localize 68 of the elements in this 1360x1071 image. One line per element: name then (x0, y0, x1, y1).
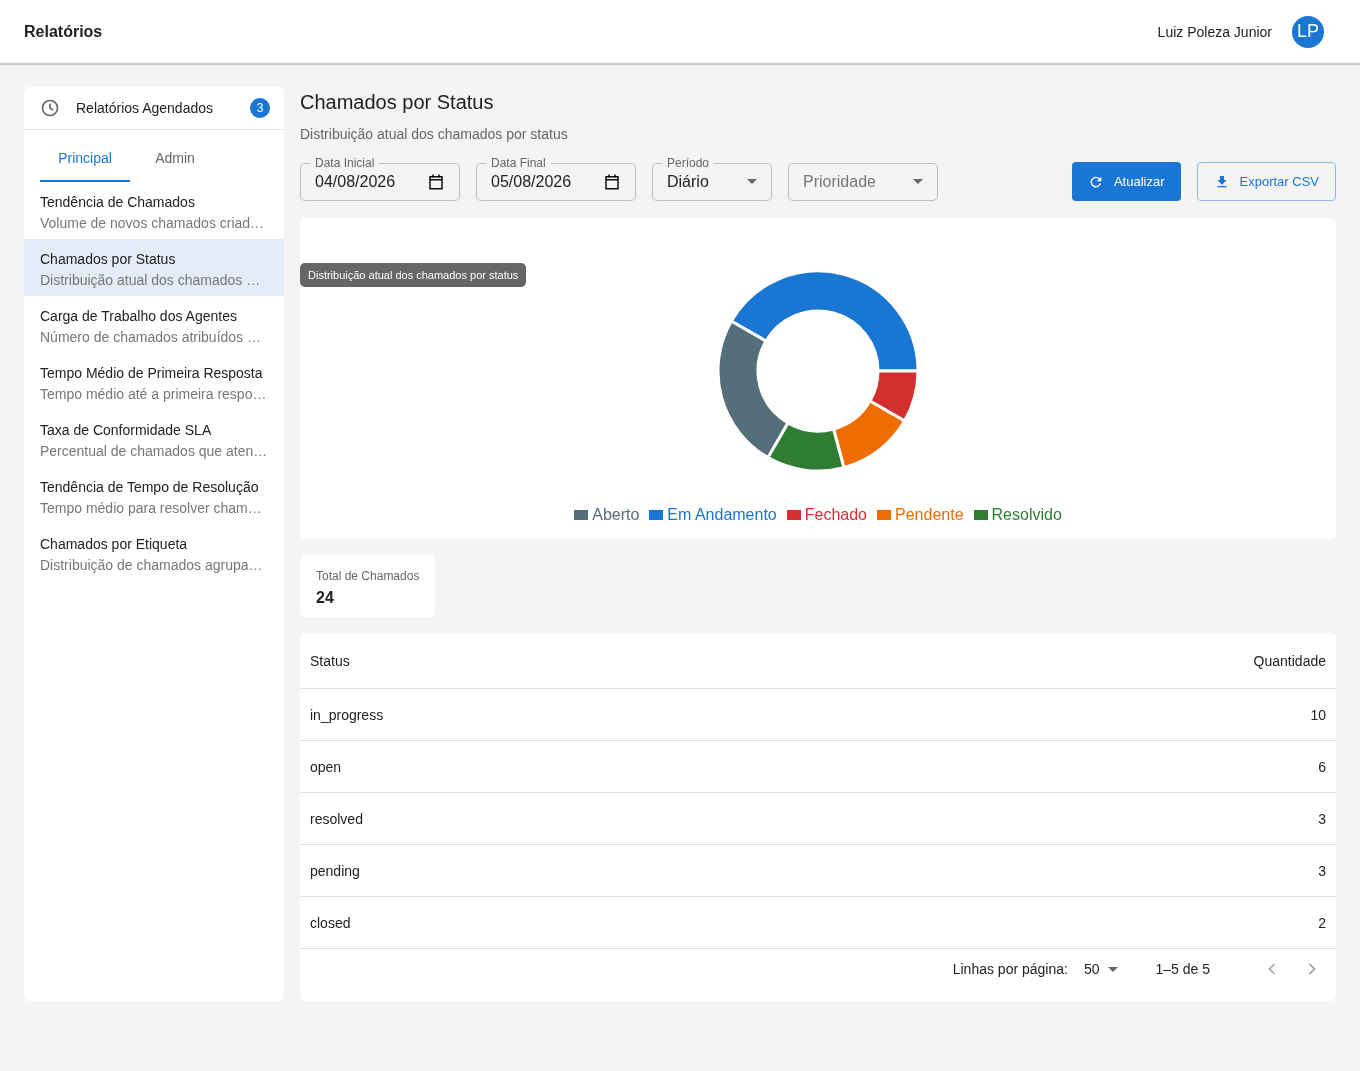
report-list-item[interactable]: Carga de Trabalho dos Agentes Número de chamados atribuídos … (24, 296, 284, 353)
report-list-item[interactable]: Taxa de Conformidade SLA Percentual de chamados que aten… (24, 410, 284, 467)
report-title: Chamados por Etiqueta (40, 536, 189, 552)
column-header: Quantidade (1253, 652, 1326, 669)
clock-icon (40, 98, 60, 118)
user-avatar[interactable]: LP (1292, 15, 1324, 48)
dropdown-arrow-icon (913, 179, 923, 184)
calendar-icon (603, 172, 621, 191)
report-title: Tendência de Chamados (40, 194, 196, 210)
rows-per-page-label: Linhas por página: (952, 961, 1068, 977)
table-cell: closed (310, 914, 351, 931)
report-subtitle: Distribuição atual dos chamados por status (300, 126, 569, 142)
dropdown-arrow-icon (747, 179, 757, 184)
legend-swatch (973, 510, 988, 520)
legend-swatch (877, 510, 891, 520)
calendar-icon (427, 172, 445, 191)
rows-per-page-select[interactable]: 50 (1083, 961, 1118, 977)
legend-label[interactable]: Aberto (592, 506, 640, 524)
legend-label[interactable]: Resolvido (991, 506, 1062, 524)
report-list-item[interactable]: Tendência de Chamados Volume de novos chamados criad… (24, 182, 284, 239)
report-list-item[interactable]: Chamados por Status Distribuição atual dos chamados … (24, 239, 284, 296)
report-title: Carga de Trabalho dos Agentes (40, 308, 238, 324)
total-label: Total de Chamados (316, 569, 420, 583)
dropdown-arrow-icon (1107, 966, 1118, 972)
table-cell: 2 (1318, 914, 1326, 931)
legend-swatch (786, 510, 801, 520)
table-cell: pending (310, 862, 360, 879)
report-description: Tempo médio para resolver cham… (40, 500, 263, 516)
report-description: Distribuição de chamados agrupa… (40, 557, 264, 573)
report-title: Tempo Médio de Primeira Resposta (40, 365, 264, 381)
report-description: Número de chamados atribuídos … (40, 329, 262, 345)
table-cell: 3 (1318, 810, 1326, 827)
sidebar-tab[interactable]: Principal (40, 136, 130, 182)
count-badge: 3 (250, 98, 270, 118)
table-cell: 3 (1318, 862, 1326, 879)
report-list-item[interactable]: Tendência de Tempo de Resolução Tempo médio para resolver cham… (24, 467, 284, 524)
donut-slice[interactable] (729, 271, 918, 373)
report-description: Percentual de chamados que aten… (40, 443, 268, 459)
table-cell: in_progress (310, 706, 384, 723)
report-title: Tendência de Tempo de Resolução (40, 479, 260, 495)
table-cell: 10 (1310, 706, 1326, 723)
report-title: Taxa de Conformidade SLA (40, 422, 213, 438)
legend-swatch (649, 510, 664, 520)
refresh-button[interactable]: Atualizar (1071, 162, 1181, 201)
table-cell: open (310, 758, 342, 775)
export-csv-button[interactable]: Exportar CSV (1196, 162, 1336, 201)
report-description: Tempo médio até a primeira respo… (40, 386, 268, 402)
legend-swatch (574, 510, 589, 520)
report-description: Distribuição atual dos chamados … (40, 272, 262, 288)
sidebar-tab[interactable]: Admin (130, 136, 220, 182)
report-list-item[interactable]: Tempo Médio de Primeira Resposta Tempo médio até a primeira respo… (24, 353, 284, 410)
page-title: Relatórios (24, 22, 103, 41)
page-range: 1–5 de 5 (1155, 961, 1210, 977)
report-list-item[interactable]: Chamados por Etiqueta Distribuição de chamados agrupa… (24, 524, 284, 581)
report-title: Chamados por Status (300, 91, 495, 114)
report-title: Chamados por Status (40, 251, 177, 267)
table-cell: 6 (1318, 758, 1326, 775)
legend-label[interactable]: Em Andamento (667, 506, 777, 524)
select-field[interactable]: Prioridade (788, 162, 938, 201)
table-cell: resolved (310, 810, 363, 827)
scheduled-reports-item[interactable]: Relatórios Agendados 3 (24, 87, 284, 130)
tooltip: Distribuição atual dos chamados por status (300, 263, 527, 287)
total-value: 24 (316, 589, 335, 607)
report-description: Volume de novos chamados criad… (40, 215, 266, 231)
donut-slice[interactable] (766, 421, 846, 471)
column-header: Status (310, 652, 350, 669)
legend-label[interactable]: Fechado (804, 506, 867, 524)
user-name: Luiz Poleza Junior (1157, 23, 1272, 40)
